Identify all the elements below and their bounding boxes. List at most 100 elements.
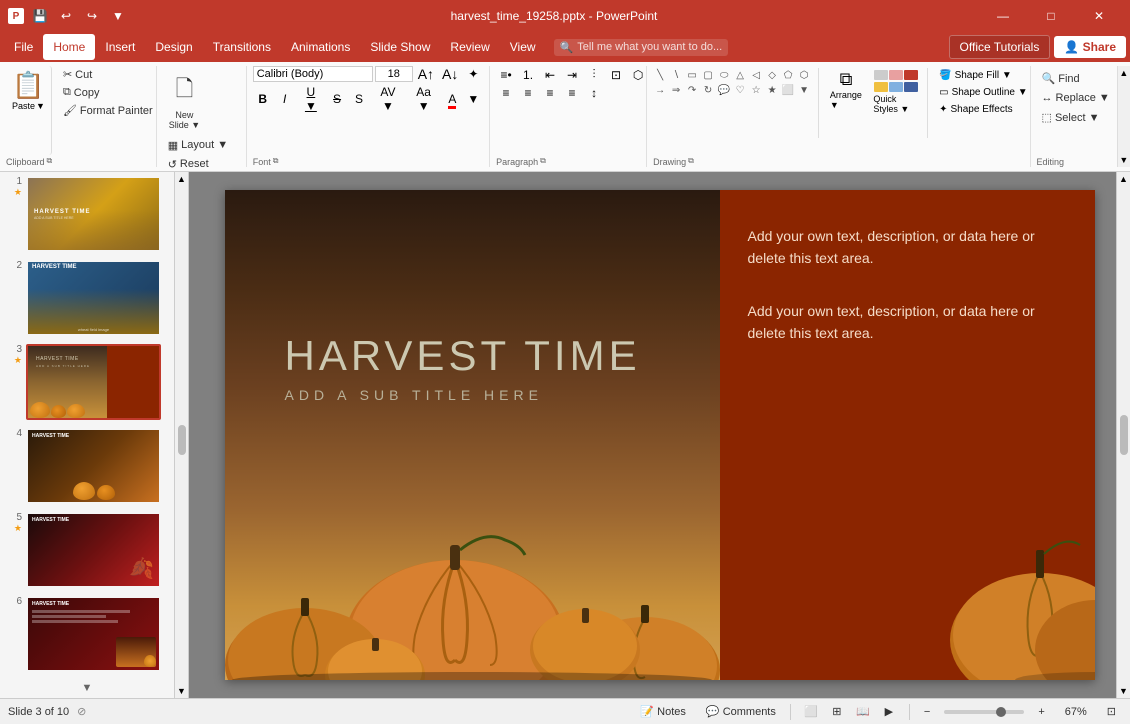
ribbon-scroll-up[interactable]: ▲	[1119, 68, 1128, 78]
office-tutorials-button[interactable]: Office Tutorials	[949, 35, 1051, 59]
right-scroll-up[interactable]: ▲	[1119, 174, 1128, 184]
oval-shape[interactable]: ⬭	[717, 68, 731, 82]
font-name-input[interactable]	[253, 66, 373, 82]
redo-qat-button[interactable]: ↪	[82, 6, 102, 26]
menu-home[interactable]: Home	[43, 34, 95, 60]
right-scrollbar[interactable]: ▲ ▼	[1116, 172, 1130, 698]
notes-button[interactable]: 📝 Notes	[634, 703, 692, 720]
paste-dropdown-icon[interactable]: ▼	[36, 101, 45, 111]
cut-button[interactable]: ✂ Cut	[58, 66, 158, 83]
columns-button[interactable]: ⫶	[584, 66, 604, 83]
paragraph-expand[interactable]: ⧉	[540, 156, 546, 166]
right-scroll-down[interactable]: ▼	[1119, 686, 1128, 696]
arrow-shape[interactable]: →	[653, 83, 667, 97]
new-slide-button[interactable]: 🗋 NewSlide ▼	[163, 68, 206, 135]
heart-shape[interactable]: ♡	[733, 83, 747, 97]
slide-panel-scroll-down[interactable]: ▼	[4, 680, 170, 696]
find-button[interactable]: 🔍 Find	[1037, 70, 1115, 87]
bold-button[interactable]: B	[253, 91, 273, 107]
scroll-up-arrow[interactable]: ▲	[177, 174, 186, 184]
copy-button[interactable]: ⧉ Copy	[58, 84, 158, 101]
strikethrough-button[interactable]: S	[327, 91, 347, 107]
rtriangle-shape[interactable]: ◁	[749, 68, 763, 82]
format-painter-button[interactable]: 🖌 Format Painter	[58, 102, 158, 119]
slide-thumb-1[interactable]: HARVEST TIME ADD A SUB TITLE HERE	[26, 176, 161, 252]
shape-outline-button[interactable]: ▭ Shape Outline ▼	[934, 85, 1033, 100]
slide-thumb-5[interactable]: HARVEST TIME 🍂	[26, 512, 161, 588]
increase-font-button[interactable]: A↑	[415, 66, 437, 82]
zoom-level-button[interactable]: 67%	[1059, 704, 1093, 720]
italic-button[interactable]: I	[275, 91, 295, 107]
hexagon-shape[interactable]: ⬡	[797, 68, 811, 82]
paste-button[interactable]: 📋 Paste ▼	[6, 66, 52, 155]
text-direction-button[interactable]: ⊡	[606, 67, 626, 83]
align-center-button[interactable]: ≡	[518, 85, 538, 101]
increase-indent-button[interactable]: ⇥	[562, 67, 582, 83]
ribbon-scroll[interactable]: ▲ ▼	[1117, 66, 1130, 167]
menu-review[interactable]: Review	[440, 34, 499, 60]
convert-to-smartart-button[interactable]: ⬡	[628, 67, 648, 83]
undo-qat-button[interactable]: ↩	[56, 6, 76, 26]
reading-view-button[interactable]: 📖	[851, 702, 875, 722]
share-button[interactable]: 👤 Share	[1054, 36, 1126, 58]
menu-insert[interactable]: Insert	[95, 34, 145, 60]
fit-slide-button[interactable]: ⊡	[1101, 703, 1122, 720]
slide-thumb-4[interactable]: HARVEST TIME	[26, 428, 161, 504]
slide-item-4[interactable]: 4 HARVEST TIME	[4, 428, 170, 504]
layout-button[interactable]: ▦ Layout ▼	[163, 137, 233, 154]
slide-sorter-button[interactable]: ⊞	[825, 702, 849, 722]
maximize-button[interactable]: □	[1028, 0, 1074, 32]
font-size-input[interactable]	[375, 66, 413, 82]
slideshow-button[interactable]: ▶	[877, 702, 901, 722]
arrow4-shape[interactable]: ↻	[701, 83, 715, 97]
char-spacing-button[interactable]: AV ▼	[371, 84, 405, 114]
more-shapes[interactable]: ▼	[797, 83, 811, 97]
zoom-out-button[interactable]: −	[918, 704, 936, 720]
underline-button[interactable]: U ▼	[297, 84, 325, 114]
font-expand[interactable]: ⧉	[273, 156, 279, 166]
minimize-button[interactable]: —	[980, 0, 1026, 32]
scroll-thumb[interactable]	[178, 425, 186, 455]
menu-animations[interactable]: Animations	[281, 34, 360, 60]
arrow2-shape[interactable]: ⇒	[669, 83, 683, 97]
bullets-button[interactable]: ≡•	[496, 67, 516, 83]
clear-format-button[interactable]: ✦	[463, 66, 483, 82]
menu-design[interactable]: Design	[145, 34, 202, 60]
star-shape[interactable]: ☆	[749, 83, 763, 97]
shape-effects-button[interactable]: ✦ Shape Effects	[934, 102, 1033, 117]
quick-styles-button[interactable]: Quick Styles ▼	[871, 66, 921, 116]
ribbon-scroll-down[interactable]: ▼	[1119, 155, 1128, 165]
line-spacing-button[interactable]: ↕	[584, 85, 604, 101]
align-left-button[interactable]: ≡	[496, 85, 516, 101]
zoom-in-button[interactable]: +	[1032, 704, 1050, 720]
clipboard-expand[interactable]: ⧉	[47, 156, 53, 166]
slide-thumb-2[interactable]: HARVEST TIME wheat field image	[26, 260, 161, 336]
star2-shape[interactable]: ★	[765, 83, 779, 97]
menu-view[interactable]: View	[500, 34, 546, 60]
numbering-button[interactable]: 1.	[518, 67, 538, 83]
right-scroll-thumb[interactable]	[1120, 415, 1128, 455]
slide-item-1[interactable]: 1 ★ HARVEST TIME ADD A SUB TITLE HERE	[4, 176, 170, 252]
change-case-button[interactable]: Aa ▼	[407, 84, 440, 114]
arrow3-shape[interactable]: ↷	[685, 83, 699, 97]
slide-item-5[interactable]: 5 ★ HARVEST TIME 🍂	[4, 512, 170, 588]
justify-button[interactable]: ≡	[562, 85, 582, 101]
line-shape[interactable]: ╲	[653, 68, 667, 82]
scroll-down-arrow[interactable]: ▼	[177, 686, 186, 696]
slide-item-6[interactable]: 6 HARVEST TIME	[4, 596, 170, 672]
left-scrollbar[interactable]: ▲ ▼	[175, 172, 189, 698]
menu-file[interactable]: File	[4, 34, 43, 60]
drawing-expand[interactable]: ⧉	[688, 156, 694, 166]
slide-item-2[interactable]: 2 HARVEST TIME wheat field image	[4, 260, 170, 336]
font-color-dropdown[interactable]: ▼	[463, 91, 483, 107]
font-color-button[interactable]: A	[442, 91, 462, 107]
comments-button[interactable]: 💬 Comments	[700, 703, 782, 720]
slide-thumb-3[interactable]: HARVEST TIME ADD A SUB TITLE HERE	[26, 344, 161, 420]
replace-button[interactable]: ↔ Replace ▼	[1037, 90, 1115, 106]
shadow-button[interactable]: S	[349, 91, 369, 107]
diamond-shape[interactable]: ◇	[765, 68, 779, 82]
triangle-shape[interactable]: △	[733, 68, 747, 82]
customize-qat-button[interactable]: ▼	[108, 6, 128, 26]
reset-button[interactable]: ↺ Reset	[163, 156, 214, 172]
rect-shape[interactable]: ▭	[685, 68, 699, 82]
